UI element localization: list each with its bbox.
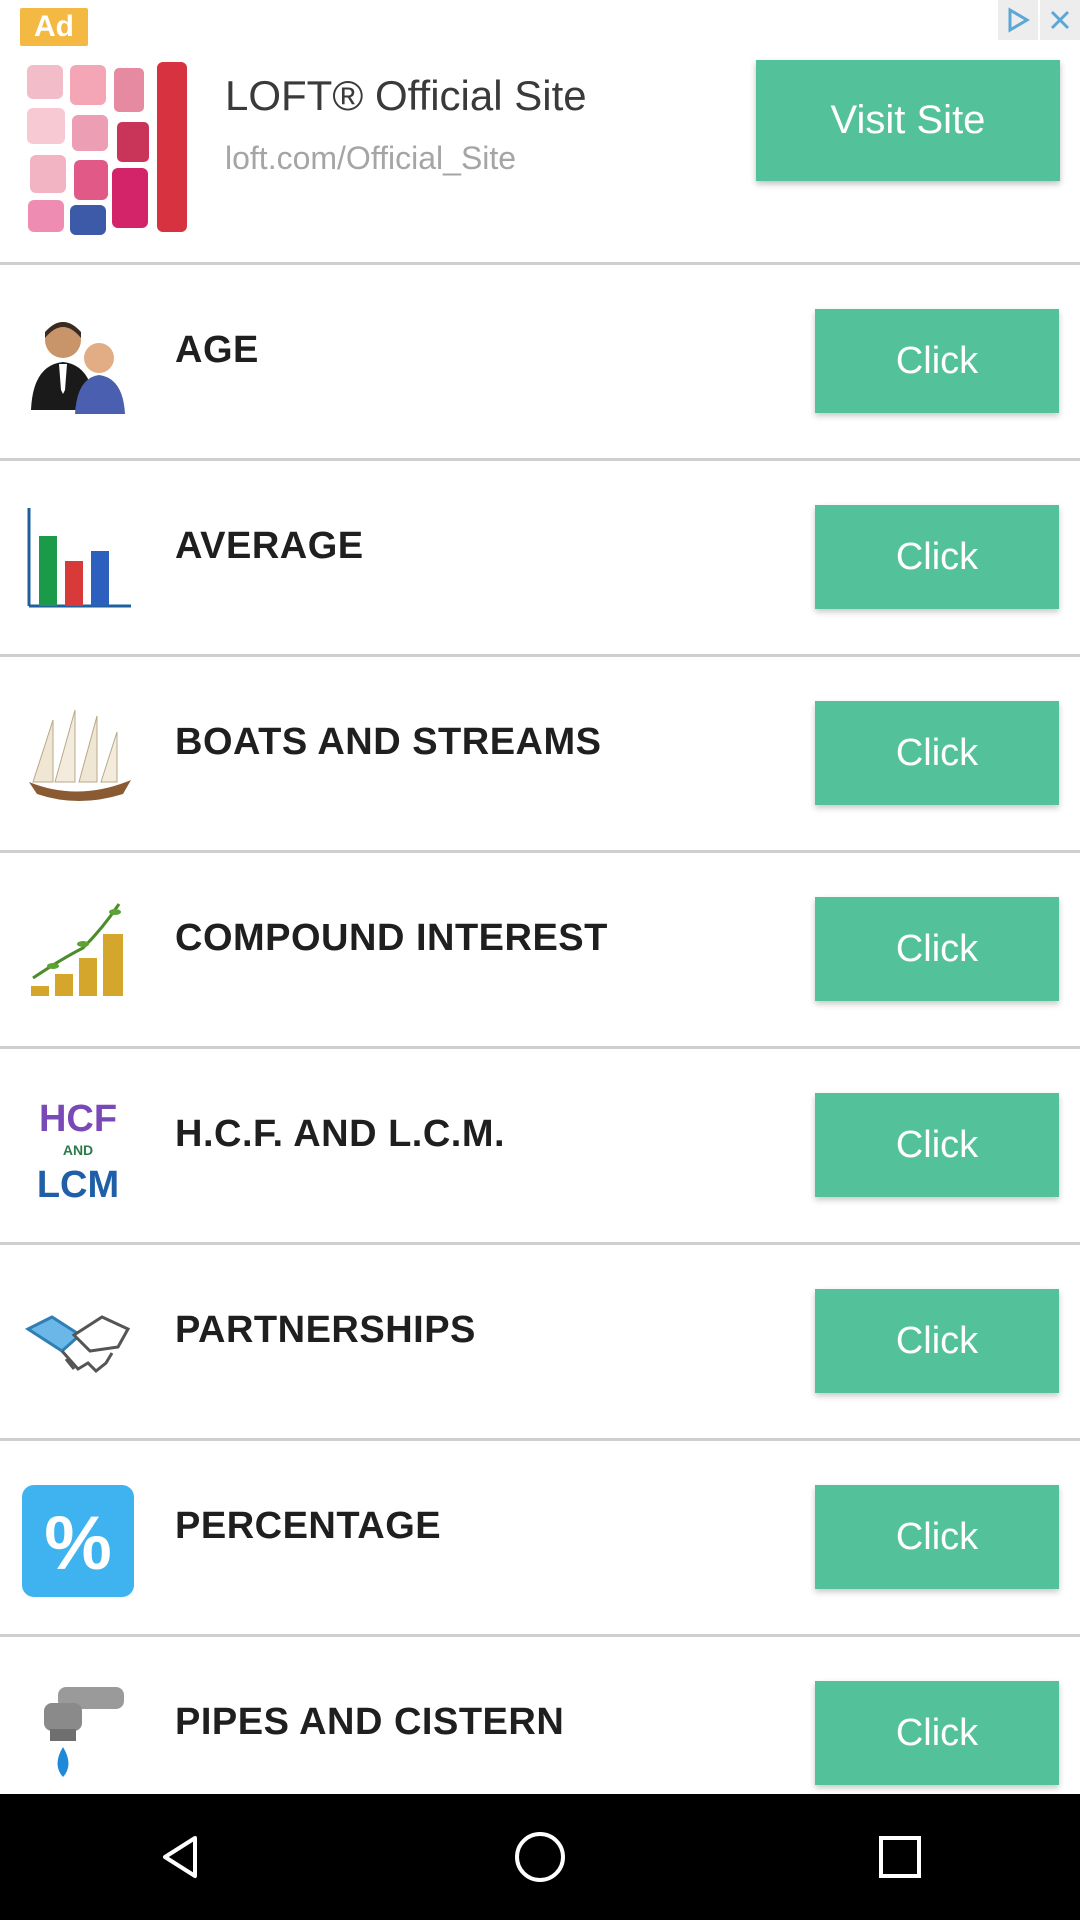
home-icon[interactable] xyxy=(480,1797,600,1917)
item-label: AGE xyxy=(175,329,259,371)
visit-site-button[interactable]: Visit Site xyxy=(756,60,1060,181)
svg-text:%: % xyxy=(44,1501,112,1586)
item-label: BOATS AND STREAMS xyxy=(175,721,602,763)
ad-badge: Ad xyxy=(20,8,88,46)
click-button[interactable]: Click xyxy=(815,701,1059,805)
people-icon xyxy=(20,307,135,422)
percent-icon: % xyxy=(20,1483,135,1598)
list-item: PARTNERSHIPS Click xyxy=(0,1245,1080,1441)
system-navbar xyxy=(0,1794,1080,1920)
click-button[interactable]: Click xyxy=(815,505,1059,609)
list-item: AVERAGE Click xyxy=(0,461,1080,657)
svg-text:HCF: HCF xyxy=(38,1098,116,1140)
hcf-lcm-icon: HCF AND LCM xyxy=(20,1091,135,1206)
item-label: PARTNERSHIPS xyxy=(175,1309,476,1351)
list-item: HCF AND LCM H.C.F. AND L.C.M. Click xyxy=(0,1049,1080,1245)
click-button[interactable]: Click xyxy=(815,1289,1059,1393)
coins-growth-icon xyxy=(20,895,135,1010)
close-icon[interactable] xyxy=(1040,0,1080,40)
boat-icon xyxy=(20,699,135,814)
ad-url[interactable]: loft.com/Official_Site xyxy=(225,140,516,177)
ad-banner[interactable]: Ad LOFT® Official Site loft.com/Official… xyxy=(0,0,1080,265)
recents-icon[interactable] xyxy=(840,1797,960,1917)
back-icon[interactable] xyxy=(120,1797,240,1917)
list-item: BOATS AND STREAMS Click xyxy=(0,657,1080,853)
item-label: PIPES AND CISTERN xyxy=(175,1701,565,1743)
item-label: H.C.F. AND L.C.M. xyxy=(175,1113,506,1155)
click-button[interactable]: Click xyxy=(815,309,1059,413)
svg-text:AND: AND xyxy=(62,1142,92,1158)
topic-list: AGE Click AVERAGE Click BOATS AND STREAM… xyxy=(0,265,1080,1833)
click-button[interactable]: Click xyxy=(815,897,1059,1001)
item-label: PERCENTAGE xyxy=(175,1505,442,1547)
item-label: COMPOUND INTEREST xyxy=(175,917,608,959)
ad-controls xyxy=(996,0,1080,40)
list-item: COMPOUND INTEREST Click xyxy=(0,853,1080,1049)
bar-chart-icon xyxy=(20,503,135,618)
clothing-collage-icon[interactable] xyxy=(22,60,202,240)
tap-icon xyxy=(20,1679,135,1794)
adchoices-icon[interactable] xyxy=(998,0,1038,40)
list-item: AGE Click xyxy=(0,265,1080,461)
click-button[interactable]: Click xyxy=(815,1093,1059,1197)
svg-text:LCM: LCM xyxy=(36,1164,118,1205)
click-button[interactable]: Click xyxy=(815,1485,1059,1589)
item-label: AVERAGE xyxy=(175,525,364,567)
handshake-icon xyxy=(20,1287,135,1402)
ad-title[interactable]: LOFT® Official Site xyxy=(225,72,587,120)
click-button[interactable]: Click xyxy=(815,1681,1059,1785)
list-item: % PERCENTAGE Click xyxy=(0,1441,1080,1637)
